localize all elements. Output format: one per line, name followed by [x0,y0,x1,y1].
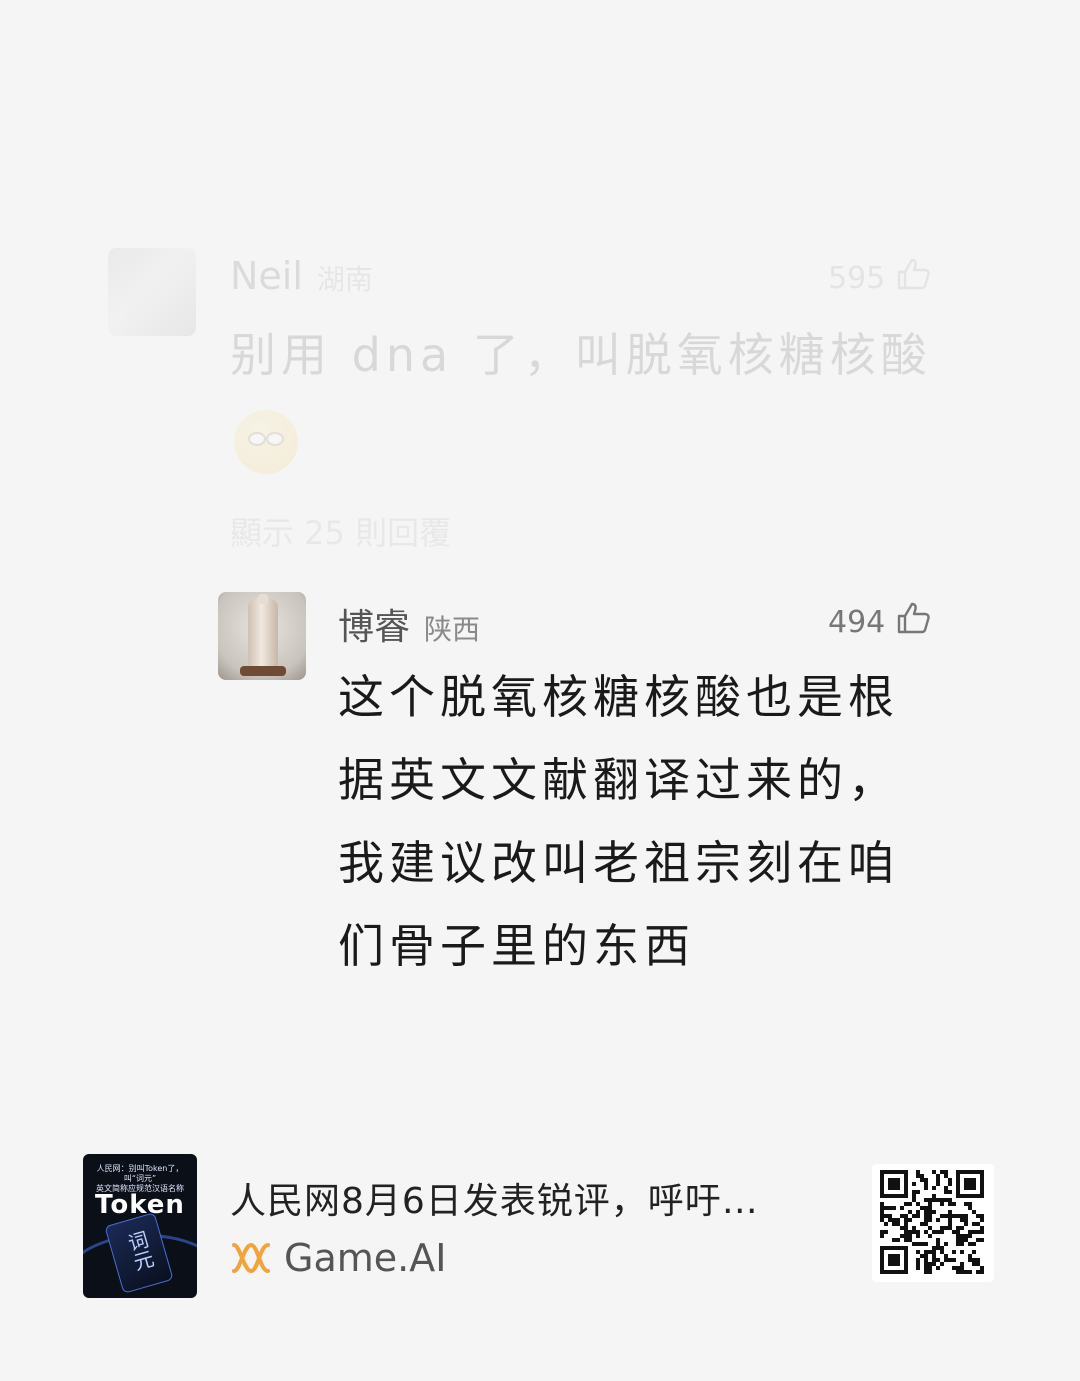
location-label: 陕西 [424,613,481,646]
like-count: 494 [828,604,886,640]
thumbnail-headline-line-1: 人民网：别叫Token了，叫“词元” [96,1164,184,1183]
comment-header: 博睿 陕西 [338,598,480,650]
user-avatar[interactable] [218,592,306,680]
comment-text: 这个脱氧核糖核酸也是根据英文文献翻译过来的，我建议改叫老祖宗刻在咱们骨子里的东西 [338,670,899,973]
thumbnail-card-text: 词元 [122,1228,157,1274]
article-source[interactable]: Game.AI [230,1236,446,1280]
show-replies-link[interactable]: 顯示 25 則回覆 [230,508,451,554]
vase-base-image [240,666,286,676]
thumbs-up-icon [897,602,931,642]
smug-face-emoji-icon [234,409,298,474]
user-avatar[interactable] [108,248,196,336]
username[interactable]: Neil [230,254,303,298]
qr-code-graphic [880,1170,984,1274]
article-thumbnail[interactable]: 人民网：别叫Token了，叫“词元” 英文简称应规范汉语名称 Token 词元 [83,1154,197,1298]
comment-header: Neil 湖南 [230,254,373,298]
username[interactable]: 博睿 [338,598,410,650]
comment-text-content: 别用 dna 了，叫脱氧核糖核酸 [230,328,932,382]
qr-code[interactable] [872,1164,994,1282]
like-button[interactable]: 494 [828,602,931,642]
thumbs-up-icon [897,258,931,298]
like-count: 595 [828,260,886,296]
vase-image [248,594,278,672]
comment-text: 别用 dna 了，叫脱氧核糖核酸 [230,314,940,480]
source-name: Game.AI [284,1236,447,1280]
game-ai-logo-icon [232,1242,270,1274]
article-title[interactable]: 人民网8月6日发表锐评，呼吁… [230,1172,759,1224]
thumbnail-headline: 人民网：别叫Token了，叫“词元” 英文简称应规范汉语名称 [89,1164,191,1193]
location-label: 湖南 [316,263,373,296]
like-button[interactable]: 595 [828,258,931,298]
